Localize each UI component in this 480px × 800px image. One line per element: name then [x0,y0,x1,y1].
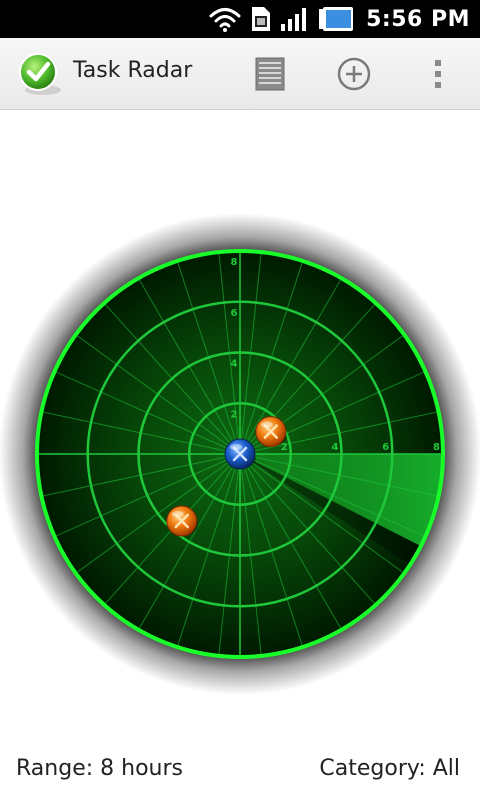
range-label[interactable]: Range: 8 hours [16,756,183,781]
radar-display[interactable]: 2 2 4 4 6 6 8 8 [0,200,480,710]
marker-highlight [230,444,242,450]
overflow-menu-button[interactable] [420,56,456,92]
app-title: Task Radar [73,58,193,83]
radar-ring-label: 8 [231,257,238,268]
more-vert-icon [435,60,441,88]
marker-highlight [260,421,273,428]
radar-ring-label: 4 [332,442,339,453]
radar-ring-label: 6 [231,308,238,319]
add-circle-icon [337,57,371,91]
category-label[interactable]: Category: All [319,756,460,781]
radar-ring-label: 6 [382,442,389,453]
overdue-task-marker[interactable] [255,416,287,448]
radar-ring-label: 2 [281,442,288,453]
list-view-button[interactable] [252,56,288,92]
wifi-icon [208,0,242,38]
task-radar[interactable]: 2 2 4 4 6 6 8 8 [0,200,480,710]
status-bar: 5:56 PM [0,0,480,38]
radar-ring-label: 2 [231,409,238,420]
action-bar: Task Radar [0,38,480,110]
footer: Range: 8 hours Category: All [0,750,480,786]
add-task-button[interactable] [336,56,372,92]
radar-ring-label: 4 [231,359,238,370]
overdue-task-marker[interactable] [166,505,198,537]
sim-card-icon [250,0,272,38]
status-clock: 5:56 PM [366,6,470,32]
signal-icon [280,0,310,38]
battery-icon [318,0,354,38]
marker-highlight [171,511,184,518]
radar-ring-label: 8 [433,442,440,453]
list-icon [255,57,285,91]
current-task-marker[interactable] [224,438,256,470]
checkmark-icon [18,52,64,98]
